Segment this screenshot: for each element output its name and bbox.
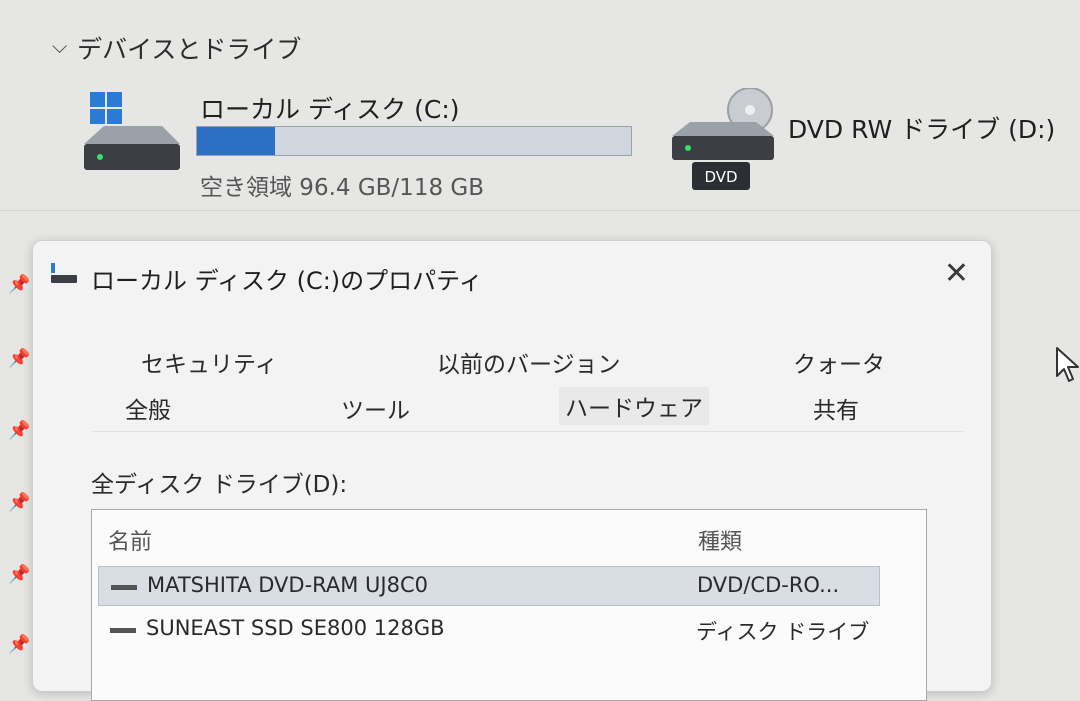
row-type: ディスク ドライブ [696,620,870,644]
windows-logo-icon [90,92,122,124]
row-type: DVD/CD-RO... [697,573,840,597]
dialog-titlebar[interactable]: ローカル ディスク (C:)のプロパティ ✕ [33,241,991,307]
drive-c-free-space: 空き領域 96.4 GB/118 GB [200,175,484,201]
drive-properties-dialog: ローカル ディスク (C:)のプロパティ ✕ セキュリティ 以前のバージョン ク… [32,240,992,701]
table-row[interactable]: MATSHITA DVD-RAM UJ8C0 DVD/CD-RO... [98,566,880,606]
disk-drive-list[interactable]: 名前 種類 MATSHITA DVD-RAM UJ8C0 DVD/CD-RO..… [91,509,927,701]
pin-icon[interactable]: 📌 [8,348,30,369]
dvd-drive-icon: DVD [672,88,774,190]
drive-glyph-icon [111,585,137,590]
drive-glyph-icon [110,628,136,633]
row-name: SUNEAST SSD SE800 128GB [146,616,445,640]
tab-panel-border [93,431,963,432]
drive-c-usage-fill [197,127,276,155]
pin-icon[interactable]: 📌 [8,634,30,655]
pin-icon[interactable]: 📌 [8,420,30,441]
chevron-down-icon[interactable]: ⌵ [52,34,67,58]
pin-icon[interactable]: 📌 [8,564,30,585]
tab-tools[interactable]: ツール [341,391,410,425]
all-disk-drives-label: 全ディスク ドライブ(D): [91,472,348,498]
mouse-cursor-icon [1056,347,1079,382]
tab-previous-versions[interactable]: 以前のバージョン [437,345,621,379]
drive-c-tile[interactable]: ローカル ディスク (C:) 空き領域 96.4 GB/118 GB [82,88,652,208]
tab-general[interactable]: 全般 [125,391,171,425]
tab-quota[interactable]: クォータ [793,345,885,379]
tab-hardware[interactable]: ハードウェア [559,387,709,425]
close-icon[interactable]: ✕ [944,259,969,289]
section-title: デバイスとドライブ [77,35,302,64]
row-name: MATSHITA DVD-RAM UJ8C0 [147,573,428,597]
hdd-icon [84,92,180,170]
devices-section-header[interactable]: ⌵ デバイスとドライブ [52,30,301,66]
dialog-title: ローカル ディスク (C:)のプロパティ [91,267,483,295]
drive-d-tile[interactable]: DVD DVD RW ドライブ (D:) [670,88,1070,208]
tab-sharing[interactable]: 共有 [813,391,859,425]
pin-icon[interactable]: 📌 [8,492,30,513]
column-header-name[interactable]: 名前 [108,524,152,556]
hdd-icon [51,263,77,283]
dvd-label: DVD [704,168,737,186]
drive-c-usage-bar [196,126,632,156]
pin-icon[interactable]: 📌 [8,274,30,295]
column-header-type[interactable]: 種類 [698,524,742,556]
drive-c-name: ローカル ディスク (C:) [200,95,460,124]
table-row[interactable]: SUNEAST SSD SE800 128GB ディスク ドライブ [98,610,880,650]
drive-d-name: DVD RW ドライブ (D:) [788,115,1056,144]
tab-security[interactable]: セキュリティ [141,345,278,379]
explorer-divider [0,210,1080,211]
